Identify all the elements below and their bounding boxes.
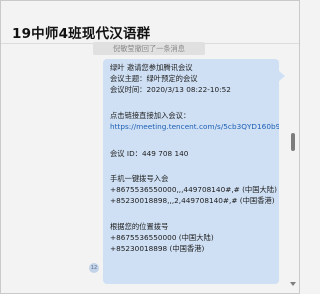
message-line-location-header: 根据您的位置拨号 (110, 222, 169, 231)
message-bubble[interactable]: 绿叶 邀请您参加腾讯会议 会议主题：绿叶预定的会议 会议时间：2020/3/13… (103, 59, 279, 284)
message-line-join-prompt: 点击链接直接加入会议： (110, 111, 191, 120)
badge-icon: 12 (89, 263, 99, 273)
scrollbar-thumb[interactable] (291, 133, 295, 151)
message-line-meeting-id: 会议 ID：449 708 140 (110, 149, 189, 158)
scroll-down-arrow-icon[interactable] (290, 282, 296, 286)
message-line-invite: 绿叶 邀请您参加腾讯会议 (110, 63, 193, 72)
message-line-dial-mainland: +8675536550000,,,449708140#,# (中国大陆) (110, 185, 277, 194)
message-line-dial-header: 手机一键拨号入会 (110, 174, 169, 183)
message-line-topic: 会议主题：绿叶预定的会议 (110, 74, 198, 83)
message-line-time: 会议时间：2020/3/13 08:22-10:52 (110, 85, 231, 94)
chat-window: 19中师4班现代汉语群 倪敏莹撤回了一条消息 绿叶 邀请您参加腾讯会议 会议主题… (0, 0, 300, 294)
chat-title: 19中师4班现代汉语群 (12, 26, 151, 42)
message-line-dial-hongkong: +85230018898,,,2,449708140#,# (中国香港) (110, 196, 275, 205)
scrollbar[interactable] (290, 57, 296, 287)
bubble-tail (279, 71, 285, 81)
message-line-location-hongkong: +85230018898 (中国香港) (110, 244, 205, 253)
meeting-link[interactable]: https://meeting.tencent.com/s/5cb3QYD160… (110, 122, 279, 131)
message-line-location-mainland: +8675536550000 (中国大陆) (110, 233, 214, 242)
recall-notice: 倪敏莹撤回了一条消息 (93, 42, 205, 55)
